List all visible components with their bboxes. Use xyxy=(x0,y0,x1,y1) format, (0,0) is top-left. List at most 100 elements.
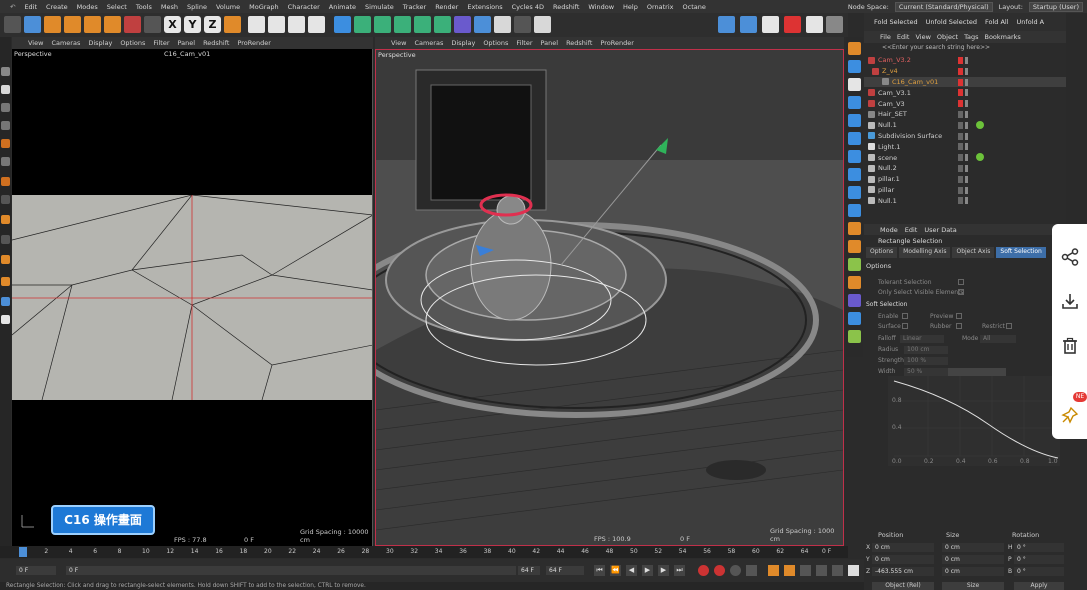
object-row[interactable]: Cam_V3.1 xyxy=(864,87,1066,98)
selection-tag-icon[interactable] xyxy=(848,132,861,145)
viewport-menu-item[interactable]: Options xyxy=(483,39,508,47)
visibility-toggle[interactable] xyxy=(965,121,968,129)
menu-item[interactable]: Edit xyxy=(897,33,910,41)
autokey-icon[interactable] xyxy=(714,565,725,576)
end-frame-field[interactable]: 64 F xyxy=(546,566,584,575)
layer-color-icon[interactable] xyxy=(958,164,963,172)
size-mode-dropdown[interactable]: Size xyxy=(942,582,1004,590)
visibility-toggle[interactable] xyxy=(965,197,968,205)
undo-icon[interactable]: ↶ xyxy=(10,3,15,11)
cube-icon[interactable] xyxy=(334,16,351,33)
constraint-tag-icon[interactable] xyxy=(848,276,861,289)
menu-item[interactable]: Create xyxy=(46,3,68,11)
axis-y-button[interactable]: Y xyxy=(184,16,201,33)
render-queue-icon[interactable] xyxy=(308,16,325,33)
polygons-icon[interactable] xyxy=(1,139,10,148)
width-slider[interactable] xyxy=(948,368,1006,376)
tab-options[interactable]: Options xyxy=(866,247,898,258)
deformer-icon[interactable] xyxy=(414,16,431,33)
prev-frame-icon[interactable]: ◀ xyxy=(626,565,637,576)
transform-icon[interactable] xyxy=(104,16,121,33)
move-icon[interactable] xyxy=(44,16,61,33)
keyframe-selection-icon[interactable] xyxy=(730,565,741,576)
node-space-dropdown[interactable]: Current (Standard/Physical) xyxy=(894,1,993,12)
goto-end-icon[interactable]: ⏭ xyxy=(674,565,685,576)
trash-icon[interactable] xyxy=(1061,337,1079,355)
position-y-field[interactable]: 0 cm xyxy=(872,555,934,564)
start-frame-field[interactable]: 0 F xyxy=(16,566,56,575)
menu-item[interactable]: Animate xyxy=(329,3,356,11)
menu-item[interactable]: MoGraph xyxy=(249,3,279,11)
object-row[interactable]: Null.2 xyxy=(864,163,1066,174)
object-row[interactable]: Z_v4 xyxy=(864,66,1066,77)
menu-item[interactable]: Redshift xyxy=(553,3,579,11)
goto-start-icon[interactable]: ⏮ xyxy=(594,565,605,576)
viewport-menu-item[interactable]: Redshift xyxy=(203,39,229,47)
tool-icon[interactable] xyxy=(1,67,10,76)
paint-icon[interactable] xyxy=(1,315,10,324)
object-row[interactable]: Null.1 xyxy=(864,120,1066,131)
rotate-icon[interactable] xyxy=(84,16,101,33)
tag-icon[interactable] xyxy=(848,60,861,73)
prev-key-icon[interactable]: ⏪ xyxy=(610,565,621,576)
material-tag-icon[interactable] xyxy=(976,153,984,162)
cloner-icon[interactable] xyxy=(394,16,411,33)
viewport-menu-item[interactable]: View xyxy=(28,39,43,47)
object-row[interactable]: Subdivision Surface xyxy=(864,131,1066,142)
position-z-field[interactable]: -463.555 cm xyxy=(872,567,934,576)
object-row[interactable]: Null.1 xyxy=(864,195,1066,206)
pen-icon[interactable] xyxy=(354,16,371,33)
strength-field[interactable]: 100 % xyxy=(904,357,948,365)
soft-selection-icon[interactable] xyxy=(1,177,10,186)
menu-item[interactable]: Tools xyxy=(136,3,152,11)
render-picture-viewer-icon[interactable] xyxy=(268,16,285,33)
texture-icon[interactable] xyxy=(848,96,861,109)
viewport-menu-item[interactable]: Cameras xyxy=(414,39,443,47)
compositing-tag-icon[interactable] xyxy=(848,204,861,217)
viewport-menu-item[interactable]: Panel xyxy=(541,39,559,47)
visibility-toggle[interactable] xyxy=(965,78,968,86)
protection-tag-icon[interactable] xyxy=(848,186,861,199)
viewport-menu-item[interactable]: Display xyxy=(451,39,475,47)
viewport-solo-icon[interactable] xyxy=(1,277,10,286)
rotation-key-icon[interactable] xyxy=(800,565,811,576)
undo-icon[interactable] xyxy=(4,16,21,33)
viewport-menu-item[interactable]: Filter xyxy=(516,39,532,47)
layer-icon[interactable] xyxy=(848,42,861,55)
layer-color-icon[interactable] xyxy=(958,67,963,75)
layer-color-icon[interactable] xyxy=(958,175,963,183)
bulb-icon[interactable] xyxy=(534,16,551,33)
phong-tag-icon[interactable] xyxy=(848,168,861,181)
layer-color-icon[interactable] xyxy=(958,100,963,108)
object-row[interactable]: C16_Cam_v01 xyxy=(864,76,1066,88)
visibility-toggle[interactable] xyxy=(965,89,968,97)
rotation-p-field[interactable]: 0 ° xyxy=(1014,555,1064,564)
object-row[interactable]: Cam_V3.2 xyxy=(864,55,1066,66)
edges-icon[interactable] xyxy=(1,121,10,130)
sculpt-icon[interactable] xyxy=(1,297,10,306)
key-settings-icon[interactable] xyxy=(746,565,757,576)
ik-tag-icon[interactable] xyxy=(848,330,861,343)
visibility-toggle[interactable] xyxy=(965,175,968,183)
menu-item[interactable]: Ornatrix xyxy=(647,3,674,11)
display-tag-icon[interactable] xyxy=(848,150,861,163)
visibility-toggle[interactable] xyxy=(965,154,968,162)
field-icon[interactable] xyxy=(434,16,451,33)
snap-icon[interactable] xyxy=(718,16,735,33)
menu-item[interactable]: Cycles 4D xyxy=(512,3,544,11)
tab-object-axis[interactable]: Object Axis xyxy=(952,247,995,258)
play-icon[interactable]: ▶ xyxy=(642,565,653,576)
menu-item[interactable]: Help xyxy=(623,3,638,11)
timeline-settings-icon[interactable] xyxy=(848,565,859,576)
max-frame-field[interactable]: 64 F xyxy=(518,566,540,575)
object-row[interactable]: scene xyxy=(864,152,1066,163)
pin-icon[interactable] xyxy=(1061,406,1079,424)
layer-color-icon[interactable] xyxy=(958,121,963,129)
recent-tool-icon[interactable] xyxy=(124,16,141,33)
position-key-icon[interactable] xyxy=(768,565,779,576)
menu-item[interactable]: Character xyxy=(288,3,320,11)
material-tag-icon[interactable] xyxy=(976,120,984,129)
menu-item[interactable]: Render xyxy=(435,3,458,11)
subdivision-icon[interactable] xyxy=(374,16,391,33)
tab-modelling-axis[interactable]: Modelling Axis xyxy=(899,247,951,258)
